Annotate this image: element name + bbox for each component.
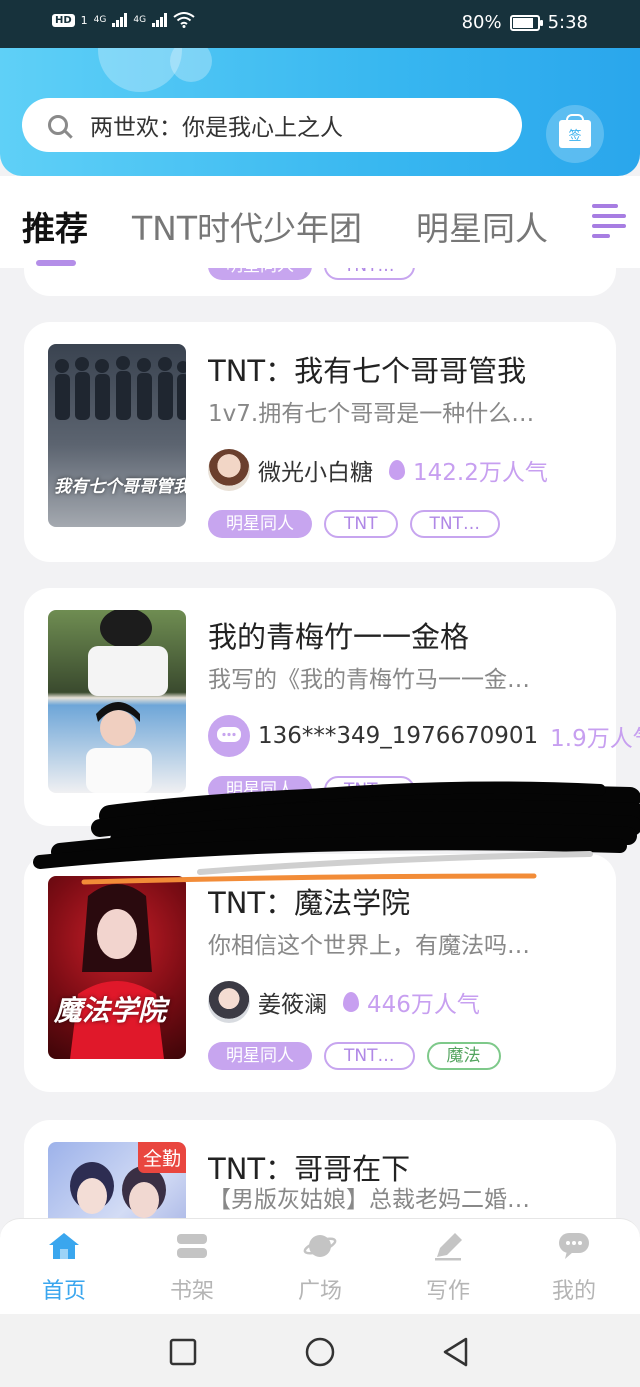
- book-list: 明星同人 TNT… 我有七个哥哥管我 TNT：我有七个哥哥管我 1v7.拥有七个…: [0, 268, 640, 1218]
- book-card[interactable]: 我有七个哥哥管我 TNT：我有七个哥哥管我 1v7.拥有七个哥哥是一种什么… 微…: [24, 322, 616, 562]
- book-tag[interactable]: TNT: [324, 510, 398, 538]
- full-attendance-badge: 全勤: [137, 1142, 186, 1173]
- cover-title-art: 我有七个哥哥管我: [54, 477, 186, 497]
- nav-mine[interactable]: 我的: [534, 1231, 614, 1305]
- nav-label: 我的: [551, 1279, 596, 1304]
- book-tag[interactable]: 明星同人: [208, 268, 312, 280]
- popularity-count: 142.2万人气: [413, 460, 548, 486]
- category-menu-icon[interactable]: [592, 204, 626, 240]
- hd-badge: HD: [52, 13, 75, 27]
- author-row: 微光小白糖 142.2万人气: [208, 448, 548, 492]
- decor-bubble: [170, 48, 212, 82]
- search-placeholder: 两世欢：你是我心上之人: [90, 115, 343, 141]
- book-cover[interactable]: 我有七个哥哥管我: [48, 344, 186, 527]
- author-avatar[interactable]: [208, 981, 250, 1023]
- nav-home[interactable]: 首页: [24, 1231, 104, 1305]
- status-left: HD 1 4G 4G: [52, 12, 195, 28]
- tab-indicator: [36, 260, 76, 266]
- home-circle-icon[interactable]: [304, 1336, 336, 1368]
- book-description: 你相信这个世界上，有魔法吗…: [208, 933, 530, 959]
- back-triangle-icon[interactable]: [440, 1336, 470, 1368]
- book-card[interactable]: 魔法学院 TNT：魔法学院 你相信这个世界上，有魔法吗… 姜筱澜 446万人气 …: [24, 854, 616, 1092]
- system-nav-bar: [0, 1314, 640, 1387]
- book-tag[interactable]: TNT…: [409, 510, 500, 538]
- recent-apps-icon[interactable]: [169, 1338, 197, 1366]
- nav-label: 书架: [169, 1279, 214, 1304]
- nav-label: 写作: [425, 1279, 470, 1304]
- book-card[interactable]: 全勤 TNT：哥哥在下 【男版灰姑娘】总裁老妈二婚…: [24, 1120, 616, 1218]
- book-tags: 明星同人 TNT…: [208, 268, 415, 280]
- book-tags: 明星同人 TNT TNT…: [208, 510, 500, 538]
- chat-icon: [559, 1233, 589, 1259]
- status-bar: HD 1 4G 4G 80% 5:38: [0, 0, 640, 48]
- tab-recommend[interactable]: 推荐: [22, 202, 88, 250]
- book-title[interactable]: 我的青梅竹一一金格: [208, 614, 608, 656]
- decor-bubble: [98, 48, 182, 92]
- nav-label: 首页: [41, 1279, 86, 1304]
- battery-icon: [509, 14, 543, 31]
- sim-number: 1: [80, 13, 88, 27]
- bookshelf-icon: [177, 1234, 207, 1258]
- author-name[interactable]: 姜筱澜: [258, 985, 327, 1019]
- checkin-label: 签: [568, 128, 582, 144]
- fire-icon: [389, 460, 405, 480]
- popularity-count: 1.9万人气: [550, 726, 640, 752]
- home-icon: [49, 1233, 79, 1259]
- nav-label: 广场: [297, 1279, 342, 1304]
- default-avatar-icon[interactable]: [208, 715, 250, 757]
- cover-title-art: 魔法学院: [54, 994, 167, 1027]
- nav-write[interactable]: 写作: [408, 1231, 488, 1305]
- cover-figures: [55, 356, 186, 420]
- status-right: 80% 5:38: [462, 12, 588, 33]
- cover-figure: [70, 884, 164, 1059]
- wifi-icon: [173, 12, 195, 28]
- book-title[interactable]: TNT：我有七个哥哥管我: [208, 348, 608, 390]
- book-title[interactable]: TNT：魔法学院: [208, 880, 608, 922]
- book-card-partial[interactable]: 明星同人 TNT…: [24, 268, 616, 296]
- book-tag[interactable]: 明星同人: [208, 1042, 312, 1070]
- book-tags: 明星同人 TNT…: [208, 776, 415, 804]
- search-icon: [48, 115, 68, 135]
- book-description: 我写的《我的青梅竹马一一金…: [208, 667, 530, 693]
- book-cover[interactable]: [48, 610, 186, 793]
- tab-star-fanfic[interactable]: 明星同人: [416, 202, 548, 250]
- header: 两世欢：你是我心上之人 签: [0, 48, 640, 176]
- signal-icon: [112, 13, 128, 27]
- book-tags: 明星同人 TNT… 魔法: [208, 1042, 501, 1070]
- book-tag[interactable]: TNT…: [324, 776, 415, 804]
- author-name[interactable]: 136***349_1976670901: [258, 723, 538, 749]
- book-tag[interactable]: TNT…: [324, 268, 415, 280]
- author-row: 姜筱澜 446万人气: [208, 980, 480, 1024]
- book-description: 【男版灰姑娘】总裁老妈二婚…: [208, 1187, 530, 1213]
- bottom-nav: 首页 书架 广场 写作 我的: [0, 1218, 640, 1315]
- battery-percent: 80%: [461, 12, 502, 33]
- nav-bookshelf[interactable]: 书架: [152, 1231, 232, 1305]
- gift-icon: 签: [559, 114, 591, 148]
- book-cover[interactable]: 魔法学院: [48, 876, 186, 1059]
- book-tag[interactable]: 明星同人: [208, 776, 312, 804]
- book-tag[interactable]: 明星同人: [208, 510, 312, 538]
- tab-tnt[interactable]: TNT时代少年团: [132, 202, 362, 250]
- book-tag[interactable]: TNT…: [324, 1042, 415, 1070]
- author-avatar[interactable]: [208, 449, 250, 491]
- book-card[interactable]: 我的青梅竹一一金格 我写的《我的青梅竹马一一金… 136***349_19766…: [24, 588, 640, 826]
- network-label-2: 4G: [133, 15, 147, 25]
- pen-icon: [435, 1233, 462, 1261]
- cover-figures: [86, 610, 168, 793]
- book-cover[interactable]: 全勤: [48, 1142, 186, 1218]
- clock: 5:38: [547, 12, 588, 33]
- category-tabs: 推荐 TNT时代少年团 明星同人: [0, 176, 640, 268]
- popularity-count: 446万人气: [367, 992, 480, 1018]
- signal-icon-2: [152, 13, 168, 27]
- fire-icon: [343, 992, 359, 1012]
- network-label-1: 4G: [93, 15, 107, 25]
- author-name[interactable]: 微光小白糖: [258, 453, 373, 487]
- nav-plaza[interactable]: 广场: [280, 1231, 360, 1305]
- book-tag[interactable]: 魔法: [426, 1042, 501, 1070]
- checkin-button[interactable]: 签: [546, 105, 604, 163]
- search-bar[interactable]: 两世欢：你是我心上之人: [22, 98, 522, 152]
- author-row: 136***349_1976670901 1.9万人气: [208, 714, 640, 758]
- planet-icon: [303, 1235, 337, 1257]
- book-description: 1v7.拥有七个哥哥是一种什么…: [208, 401, 535, 427]
